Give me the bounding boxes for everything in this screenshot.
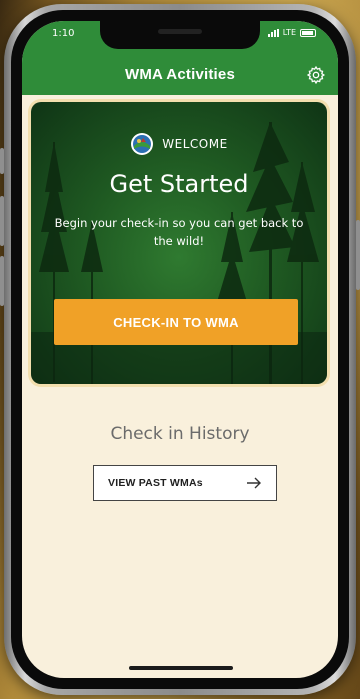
status-time: 1:10 — [52, 28, 75, 39]
wildlife-agency-logo-icon — [131, 133, 154, 155]
hero-title: Get Started — [109, 170, 249, 198]
view-past-wmas-button[interactable]: VIEW PAST WMAs — [93, 465, 277, 501]
gear-icon[interactable] — [306, 65, 326, 85]
check-in-button[interactable]: CHECK-IN TO WMA — [54, 299, 298, 345]
home-indicator — [129, 666, 233, 670]
arrow-right-icon — [247, 477, 261, 489]
volume-down-button — [0, 256, 4, 306]
app-header: 1:10 LTE WMA Activities — [22, 21, 338, 95]
page-title: WMA Activities — [124, 66, 236, 83]
network-label: LTE — [282, 28, 296, 37]
view-past-wmas-label: VIEW PAST WMAs — [108, 477, 203, 489]
welcome-card: WELCOME Get Started Begin your check-in … — [31, 102, 327, 384]
hero-subtitle: Begin your check-in so you can get back … — [54, 216, 304, 248]
signal-icon — [267, 28, 279, 37]
welcome-row: WELCOME — [31, 132, 327, 156]
welcome-label: WELCOME — [162, 137, 228, 151]
volume-up-button — [0, 196, 4, 246]
status-indicators: LTE — [267, 28, 316, 37]
power-button — [356, 220, 360, 290]
camera-notch — [100, 21, 260, 49]
battery-icon — [300, 28, 316, 37]
phone-screen: 1:10 LTE WMA Activities WELCOME Get Star… — [22, 21, 338, 678]
history-heading: Check in History — [110, 424, 250, 444]
mute-switch — [0, 148, 4, 174]
